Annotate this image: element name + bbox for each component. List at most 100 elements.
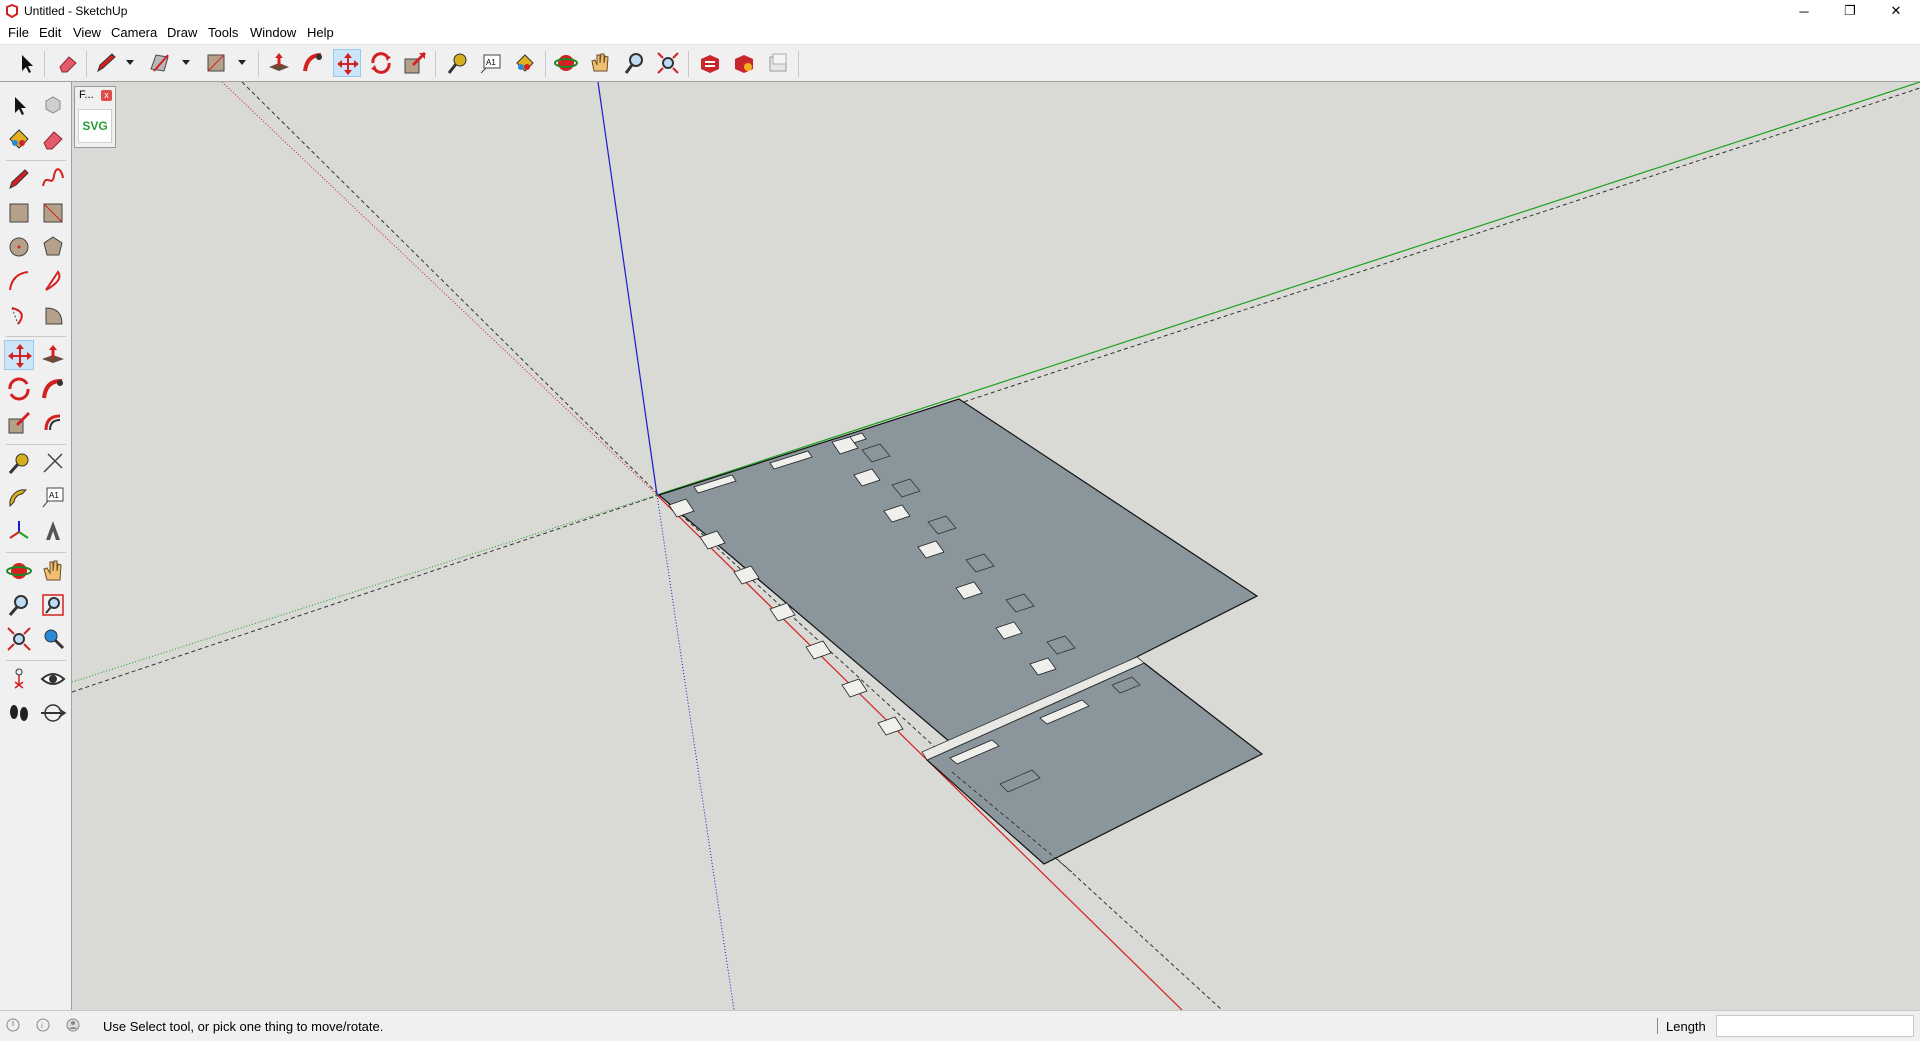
tool-line[interactable] xyxy=(4,164,34,194)
tool-rotate[interactable] xyxy=(4,374,34,404)
tool-2-point-arc[interactable] xyxy=(38,266,68,296)
credits-icon[interactable]: i xyxy=(36,1018,50,1032)
geo-location-icon[interactable] xyxy=(6,1018,20,1032)
tool-3d-text[interactable] xyxy=(38,516,68,546)
tool-make-component[interactable] xyxy=(38,90,68,120)
paint-bucket-icon xyxy=(516,54,534,72)
sketchup-logo-icon xyxy=(6,4,18,18)
tool-arc[interactable] xyxy=(4,266,34,296)
close-button[interactable]: ✕ xyxy=(1874,0,1918,22)
freehand-dropdown-icon[interactable] xyxy=(181,57,191,67)
arc-icon xyxy=(9,271,29,291)
green-axis xyxy=(656,82,1920,496)
measurements-input[interactable] xyxy=(1716,1015,1914,1037)
restore-icon: ❐ xyxy=(1844,3,1856,18)
toolbar-pencil-button[interactable] xyxy=(92,49,120,77)
menu-window[interactable]: Window xyxy=(250,25,296,40)
tool-previous-view[interactable] xyxy=(38,624,68,654)
scale-icon xyxy=(8,411,31,434)
tool-protractor[interactable] xyxy=(4,482,34,512)
menu-draw[interactable]: Draw xyxy=(167,25,197,40)
tool-text[interactable]: A1 xyxy=(38,482,68,512)
rotate-icon xyxy=(8,377,30,401)
menu-tools[interactable]: Tools xyxy=(208,25,238,40)
toolbar-tape-measure-button[interactable] xyxy=(443,49,471,77)
tool-zoom-extents[interactable] xyxy=(4,624,34,654)
tool-follow-me[interactable] xyxy=(38,374,68,404)
minimize-button[interactable]: ─ xyxy=(1782,0,1826,22)
tool-position-camera[interactable] xyxy=(4,664,34,694)
tool-orbit[interactable] xyxy=(4,556,34,586)
tool-3-point-arc[interactable] xyxy=(4,300,34,330)
toolbar-paint-bucket-button[interactable] xyxy=(511,49,539,77)
toolbar-extension-warehouse-button[interactable] xyxy=(730,49,758,77)
toolbar-eraser-button[interactable] xyxy=(54,49,82,77)
make-component-icon xyxy=(45,96,61,114)
tool-circle[interactable] xyxy=(4,232,34,262)
tool-paint-bucket[interactable] xyxy=(4,124,34,154)
toolbar-select-button[interactable] xyxy=(12,49,40,77)
menu-file[interactable]: File xyxy=(8,25,29,40)
menu-help[interactable]: Help xyxy=(307,25,334,40)
toolbar-move-button[interactable] xyxy=(333,49,361,77)
tool-zoom-window[interactable] xyxy=(38,590,68,620)
tool-eraser[interactable] xyxy=(38,124,68,154)
toolbar-orbit-button[interactable] xyxy=(552,49,580,77)
toolbar-freehand-button[interactable] xyxy=(146,49,174,77)
rectangle-dropdown-icon[interactable] xyxy=(237,57,247,67)
tool-select[interactable] xyxy=(4,90,34,120)
dimension-icon xyxy=(43,453,63,473)
tool-zoom[interactable] xyxy=(4,590,34,620)
tool-pie[interactable] xyxy=(38,300,68,330)
tool-freehand[interactable] xyxy=(38,164,68,194)
tool-offset[interactable] xyxy=(38,408,68,438)
paint-bucket-icon xyxy=(9,129,29,149)
tool-move[interactable] xyxy=(4,340,34,370)
red-axis-negative xyxy=(221,82,658,496)
svg-export-button[interactable]: SVG xyxy=(78,109,112,143)
tool-rectangle[interactable] xyxy=(4,198,34,228)
toolbar-push-pull-button[interactable] xyxy=(265,49,293,77)
tool-axes[interactable] xyxy=(4,516,34,546)
polygon-icon xyxy=(43,236,63,256)
pan-icon xyxy=(43,560,62,581)
tool-rotated-rectangle[interactable] xyxy=(38,198,68,228)
menu-view[interactable]: View xyxy=(73,25,101,40)
toolbar-layout-button[interactable] xyxy=(764,49,792,77)
toolbar-rectangle-button[interactable] xyxy=(202,49,230,77)
toolbar-3d-warehouse-button[interactable] xyxy=(696,49,724,77)
main-toolbar: A1 xyxy=(0,44,1920,82)
toolbar-follow-me-button[interactable] xyxy=(299,49,327,77)
menu-edit[interactable]: Edit xyxy=(39,25,61,40)
toolbar-rotate-button[interactable] xyxy=(367,49,395,77)
menu-camera[interactable]: Camera xyxy=(111,25,157,40)
toolbar-zoom-button[interactable] xyxy=(620,49,648,77)
tool-polygon[interactable] xyxy=(38,232,68,262)
toolbar-pan-button[interactable] xyxy=(586,49,614,77)
toolbar-zoom-extents-button[interactable] xyxy=(654,49,682,77)
user-account-icon[interactable] xyxy=(66,1018,80,1032)
3d-text-icon xyxy=(46,521,60,540)
svg-text:A1: A1 xyxy=(49,491,59,500)
tool-dimension[interactable] xyxy=(38,448,68,478)
extension-warehouse-icon xyxy=(735,55,753,73)
eraser-icon xyxy=(43,131,63,150)
tool-scale[interactable] xyxy=(4,408,34,438)
tool-walk[interactable] xyxy=(4,698,34,728)
toolbar-text-button[interactable]: A1 xyxy=(477,49,505,77)
close-icon: ✕ xyxy=(1890,3,1902,18)
close-icon[interactable]: x xyxy=(101,90,112,101)
toolbar-scale-button[interactable] xyxy=(401,49,429,77)
pencil-dropdown-icon[interactable] xyxy=(125,57,135,67)
tool-pan[interactable] xyxy=(38,556,68,586)
tool-tape-measure[interactable] xyxy=(4,448,34,478)
maximize-button[interactable]: ❐ xyxy=(1828,0,1872,22)
2-point-arc-icon xyxy=(45,270,61,291)
offset-icon xyxy=(44,414,61,431)
drawing-area[interactable] xyxy=(72,82,1920,1010)
tool-section-plane[interactable] xyxy=(38,698,68,728)
zoom-icon xyxy=(624,53,643,74)
tool-push-pull[interactable] xyxy=(38,340,68,370)
large-tool-set: A1 xyxy=(0,82,72,1010)
tool-look-around[interactable] xyxy=(38,664,68,694)
